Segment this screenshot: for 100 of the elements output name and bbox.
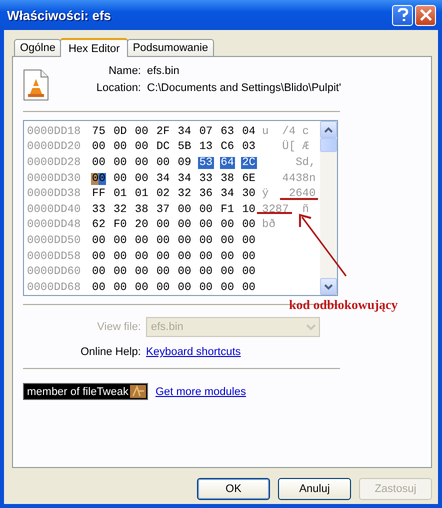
address: 0000DD28	[27, 156, 82, 169]
ascii-text: ÿ 2640	[262, 188, 316, 200]
hex-byte: 00	[155, 156, 171, 169]
hex-byte: 00	[91, 266, 106, 278]
hex-byte: 00	[112, 156, 128, 169]
address: 0000DD40	[27, 204, 82, 216]
address: 0000DD20	[27, 141, 82, 154]
hex-byte: 00	[198, 250, 214, 263]
hex-byte: 00	[176, 234, 192, 247]
address: 0000DD38	[27, 188, 82, 200]
filetweak-badge[interactable]: member of fileTweak	[23, 383, 148, 400]
tab[interactable]: Hex Editor	[60, 38, 128, 57]
tab[interactable]: Podsumowanie	[126, 39, 214, 56]
hex-byte: 53	[198, 156, 214, 169]
hex-byte: 00	[155, 282, 171, 294]
hex-byte: 00	[91, 156, 106, 169]
hex-byte: 00	[112, 141, 128, 154]
hex-byte: 09	[176, 156, 192, 169]
hex-byte: 2F	[155, 126, 171, 138]
help-icon	[396, 8, 408, 22]
hex-byte: 2C	[241, 156, 256, 169]
hex-byte: 00	[241, 266, 256, 278]
hex-byte: 63	[220, 126, 236, 138]
hex-byte: 33	[198, 172, 214, 185]
hex-byte: 30	[241, 188, 256, 200]
hex-byte: 00	[176, 250, 192, 263]
hex-byte: 00	[155, 219, 171, 232]
get-more-modules-link[interactable]: Get more modules	[155, 386, 246, 398]
hex-byte: 00	[134, 156, 150, 169]
hex-byte: 5B	[176, 141, 192, 154]
address: 0000DD48	[27, 219, 82, 232]
hex-byte: 04	[241, 126, 256, 138]
hex-byte: 07	[198, 126, 214, 138]
address: 0000DD68	[27, 282, 82, 294]
hex-byte: 00	[241, 250, 256, 263]
hex-byte: 10	[241, 204, 256, 216]
chevron-up-icon	[324, 126, 333, 132]
hex-byte: 00	[91, 282, 106, 294]
hex-byte: 00	[112, 266, 128, 278]
hex-byte: C6	[220, 141, 236, 154]
hex-byte: 00	[155, 250, 171, 263]
hex-byte: FF	[91, 188, 106, 200]
hex-byte: 20	[134, 219, 150, 232]
hex-byte: 00	[176, 282, 192, 294]
hex-byte: 00	[134, 234, 150, 247]
close-button[interactable]	[415, 4, 436, 26]
hex-byte: F0	[112, 219, 128, 232]
scroll-up-button[interactable]	[320, 121, 337, 138]
name-label: Name:	[108, 65, 141, 77]
hex-byte: 00	[220, 266, 236, 278]
hex-byte: F1	[220, 204, 236, 216]
hex-byte: 00	[220, 250, 236, 263]
hex-byte: 00	[241, 282, 256, 294]
address: 0000DD30	[27, 172, 82, 185]
hex-view[interactable]	[23, 120, 338, 296]
scroll-thumb[interactable]	[320, 138, 337, 152]
scroll-down-button[interactable]	[320, 278, 337, 295]
address: 0000DD18	[27, 126, 82, 138]
dialog-button[interactable]: Anuluj	[278, 478, 351, 500]
hex-byte: 34	[176, 126, 192, 138]
dialog-button[interactable]: OK	[197, 478, 270, 500]
hex-byte: 00	[198, 219, 214, 232]
file-location: C:\Documents and Settings\Blido\Pulpit'	[147, 82, 342, 94]
address: 0000DD60	[27, 266, 82, 278]
hex-byte: 00	[134, 250, 150, 263]
hex-byte: 00	[198, 234, 214, 247]
hex-byte: 33	[91, 204, 106, 216]
hex-byte: 00	[220, 219, 236, 232]
scrollbar[interactable]	[320, 121, 337, 295]
hex-byte: 00	[112, 172, 128, 185]
hex-byte: 00	[112, 234, 128, 247]
hex-byte: 34	[155, 172, 171, 185]
hex-byte: 00	[220, 234, 236, 247]
ascii-text: u /4 c	[262, 126, 309, 138]
window-title: Właściwości: efs	[7, 8, 112, 22]
online-help-label: Online Help:	[79, 346, 141, 358]
hex-byte: 32	[176, 188, 192, 200]
hex-byte: 00	[220, 282, 236, 294]
hex-byte: 62	[91, 219, 106, 232]
hex-byte: 6E	[241, 172, 256, 185]
location-label: Location:	[95, 82, 141, 94]
hex-byte: 00	[134, 282, 150, 294]
hex-byte: 00	[176, 204, 192, 216]
keyboard-shortcuts-link[interactable]: Keyboard shortcuts	[146, 346, 241, 358]
chevron-down-icon	[324, 284, 333, 290]
tab[interactable]: Ogólne	[14, 39, 62, 56]
ascii-text: Ü[ Æ	[281, 141, 309, 154]
ascii-text: 4438n	[281, 172, 316, 185]
help-button[interactable]	[392, 4, 413, 26]
hex-byte: 01	[112, 188, 128, 200]
hex-byte: 00	[176, 266, 192, 278]
hex-byte: 01	[134, 188, 150, 200]
hex-byte: DC	[155, 141, 171, 154]
ascii-text: Sd,	[294, 156, 316, 169]
hex-byte: 36	[198, 188, 214, 200]
close-icon	[420, 9, 432, 21]
hex-byte: 0D	[112, 126, 128, 138]
hex-byte: 00	[91, 234, 106, 247]
hex-byte: 38	[134, 204, 150, 216]
hex-byte: 00	[134, 126, 150, 138]
